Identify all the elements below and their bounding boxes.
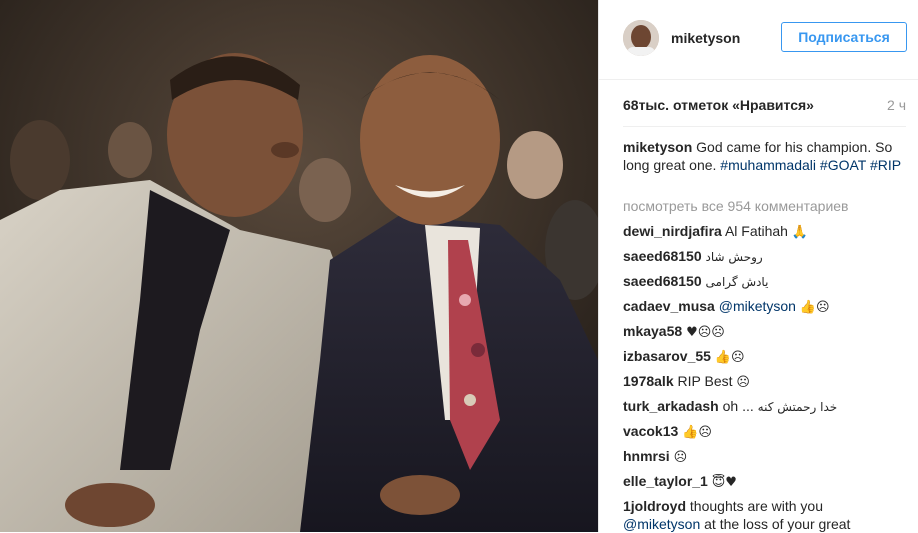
post-header: miketyson Подписаться (599, 0, 918, 80)
emoji: 😇♥ (711, 475, 737, 490)
comment-username[interactable]: mkaya58 (623, 323, 682, 339)
comment-item: elle_taylor_1 😇♥ (623, 472, 913, 497)
likes-count[interactable]: 68тыс. отметок «Нравится» (623, 97, 814, 113)
avatar[interactable] (623, 20, 659, 56)
comment-item: hnmrsi ☹ (623, 447, 913, 472)
profile-username[interactable]: miketyson (671, 30, 740, 46)
hashtag-link[interactable]: #RIP (870, 157, 901, 173)
comment-username[interactable]: turk_arkadash (623, 398, 719, 414)
comment-username[interactable]: izbasarov_55 (623, 348, 711, 364)
comment-text-rtl: خدا رحمتش کنه (757, 400, 838, 414)
avatar-image (623, 20, 659, 56)
mention-link[interactable]: @miketyson (719, 298, 796, 314)
post-details-panel: miketyson Подписаться 68тыс. отметок «Нр… (598, 0, 918, 532)
comment-username[interactable]: vacok13 (623, 423, 678, 439)
comment-text: thoughts are with you (689, 498, 823, 514)
post-photo[interactable] (0, 0, 598, 532)
emoji: 👍☹ (799, 300, 830, 315)
mention-link[interactable]: @miketyson (623, 516, 700, 532)
post-timestamp[interactable]: 2 ч (887, 97, 906, 113)
caption-username[interactable]: miketyson (623, 139, 692, 155)
emoji: 🙏 (791, 225, 809, 240)
comment-username[interactable]: cadaev_musa (623, 298, 715, 314)
emoji: ☹ (736, 375, 750, 390)
instagram-post-view: miketyson Подписаться 68тыс. отметок «Нр… (0, 0, 918, 532)
hashtag-link[interactable]: #GOAT (820, 157, 866, 173)
comment-item: saeed68150 یادش گرامی (623, 272, 913, 297)
emoji: 👍☹ (714, 350, 745, 365)
comment-username[interactable]: dewi_nirdjafira (623, 223, 722, 239)
emoji: ☹ (673, 450, 688, 465)
hashtag-link[interactable]: #muhammadali (720, 157, 816, 173)
comment-text: یادش گرامی (705, 275, 769, 289)
comments-list: dewi_nirdjafira Al Fatihah 🙏 saeed68150 … (623, 222, 913, 533)
comment-item: saeed68150 روحش شاد (623, 247, 913, 272)
comment-text: RIP Best (677, 373, 733, 389)
comment-username[interactable]: elle_taylor_1 (623, 473, 708, 489)
emoji: 👍☹ (682, 425, 712, 440)
divider (623, 126, 906, 127)
post-caption: miketyson God came for his champion. So … (623, 138, 903, 174)
comment-text: روحش شاد (705, 250, 763, 264)
comment-item: turk_arkadash oh ... خدا رحمتش کنه (623, 397, 913, 422)
view-all-comments-link[interactable]: посмотреть все 954 комментариев (623, 198, 849, 214)
comment-username[interactable]: 1978alk (623, 373, 674, 389)
comment-item: izbasarov_55 👍☹ (623, 347, 913, 372)
comment-text: oh ... (722, 398, 754, 414)
comment-item: 1978alk RIP Best ☹ (623, 372, 913, 397)
emoji: ♥☹☹ (686, 325, 725, 340)
comment-username[interactable]: hnmrsi (623, 448, 670, 464)
photo-illustration (0, 0, 598, 532)
comment-item: dewi_nirdjafira Al Fatihah 🙏 (623, 222, 913, 247)
comment-text: Al Fatihah (724, 223, 788, 239)
comment-username[interactable]: saeed68150 (623, 248, 702, 264)
comment-item: vacok13 👍☹ (623, 422, 913, 447)
comment-username[interactable]: 1joldroyd (623, 498, 686, 514)
comment-item: 1joldroyd thoughts are with you @miketys… (623, 497, 913, 533)
comment-item: mkaya58 ♥☹☹ (623, 322, 913, 347)
comment-text: at the loss of your great (704, 516, 851, 532)
follow-button[interactable]: Подписаться (781, 22, 907, 52)
comment-item: cadaev_musa @miketyson 👍☹ (623, 297, 913, 322)
comment-username[interactable]: saeed68150 (623, 273, 702, 289)
